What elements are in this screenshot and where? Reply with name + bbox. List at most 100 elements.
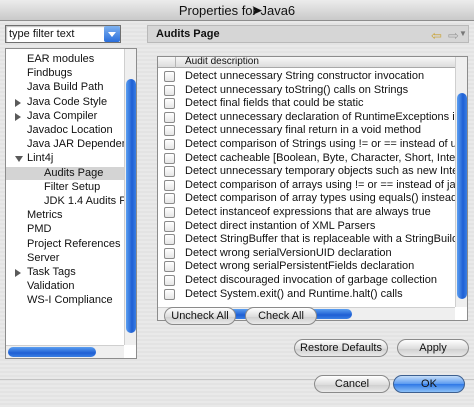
tree-item-label: Project References — [27, 237, 121, 250]
audit-row: Detect final fields that could be static — [158, 97, 455, 110]
tree-item-label: Validation — [27, 280, 75, 293]
audit-row: Detect System.exit() and Runtime.halt() … — [158, 288, 455, 301]
tree-item-label: Task Tags — [27, 266, 76, 278]
tree-item[interactable]: EAR modules — [6, 53, 124, 66]
tree-item-label: Metrics — [27, 209, 63, 222]
tree-item-label: Lint4j — [27, 152, 54, 165]
tree-item-label: WS-I Compliance — [27, 294, 113, 307]
audit-checkbox[interactable] — [164, 179, 175, 191]
nav-menu-chevron-icon[interactable]: ▼ — [459, 29, 467, 38]
page-title: Audits Page — [156, 28, 220, 40]
audit-row: Detect StringBuffer that is replaceable … — [158, 233, 455, 246]
tree-item[interactable]: Lint4j — [6, 152, 124, 165]
audit-checkbox[interactable] — [164, 275, 175, 286]
audit-row: Detect unnecessary toString() calls on S… — [158, 84, 455, 97]
audit-row: Detect cacheable [Boolean, Byte, Charact… — [158, 152, 455, 165]
audit-description: Detect comparison of arrays using != or … — [185, 178, 455, 191]
collapsed-triangle-icon[interactable] — [15, 98, 21, 107]
audit-description: Detect comparison of Strings using != or… — [185, 138, 455, 150]
tree-item[interactable]: Findbugs — [6, 67, 124, 80]
audits-table: Audit description Detect unnecessary Str… — [157, 56, 468, 321]
table-vertical-scroll-thumb[interactable] — [457, 93, 467, 299]
tree-item[interactable]: JDK 1.4 Audits Page — [6, 195, 136, 208]
audit-description: Detect System.exit() and Runtime.halt() … — [185, 287, 403, 300]
audit-checkbox[interactable] — [164, 152, 175, 164]
page-header: Audits Page ⇦ ⇨ ▼ — [147, 25, 469, 43]
audit-row: Detect instanceof expressions that are a… — [158, 206, 455, 219]
tree-item[interactable]: Metrics — [6, 209, 124, 222]
checkbox-column-header[interactable] — [158, 57, 176, 68]
audit-checkbox[interactable] — [164, 111, 175, 123]
tree-item[interactable]: Validation — [6, 280, 124, 293]
window-title: Properties for Java6 — [178, 3, 296, 18]
tree-item[interactable]: Server — [6, 252, 124, 265]
audit-checkbox[interactable] — [164, 220, 175, 232]
tree-item[interactable]: Java Code Style — [6, 96, 124, 109]
audit-checkbox[interactable] — [164, 207, 175, 218]
tree-item-label: Filter Setup — [44, 180, 101, 193]
collapsed-triangle-icon[interactable] — [15, 269, 21, 277]
cancel-button[interactable]: Cancel — [314, 375, 390, 393]
audit-description: Detect unnecessary declaration of Runtim… — [185, 110, 455, 123]
audit-description: Detect wrong serialVersionUID declaratio… — [185, 246, 392, 259]
audit-description: Detect unnecessary String constructor in… — [185, 70, 425, 82]
tree-item[interactable]: Javadoc Location — [6, 124, 124, 137]
tree-item[interactable]: WS-I Compliance — [6, 294, 124, 307]
tree-item[interactable]: Audits Page — [6, 166, 124, 180]
audit-checkbox[interactable] — [164, 139, 175, 150]
tree-horizontal-scroll-thumb[interactable] — [8, 347, 96, 357]
audit-row: Detect wrong serialVersionUID declaratio… — [158, 247, 455, 260]
tree-item[interactable]: PMD — [6, 223, 124, 236]
audit-row: Detect direct instantion of XML Parsers — [158, 220, 455, 233]
audit-checkbox[interactable] — [164, 125, 175, 137]
audit-checkbox[interactable] — [164, 166, 175, 178]
audit-description: Detect cacheable [Boolean, Byte, Charact… — [185, 151, 455, 164]
audit-description: Detect comparison of array types using e… — [185, 192, 455, 205]
apply-button[interactable]: Apply — [397, 339, 469, 357]
audit-row: Detect wrong serialPersistentFields decl… — [158, 260, 455, 273]
tree-item[interactable]: Task Tags — [6, 266, 124, 279]
tree-item-label: Java Code Style — [27, 95, 108, 108]
tree-vertical-scrollbar[interactable] — [124, 49, 136, 345]
audit-description-header[interactable]: Audit description — [185, 57, 259, 67]
audit-row: Detect unnecessary String constructor in… — [158, 70, 455, 83]
audit-checkbox[interactable] — [164, 247, 175, 259]
audit-checkbox[interactable] — [164, 71, 175, 82]
tree-horizontal-scrollbar[interactable] — [6, 345, 124, 358]
tree-item-label: Server — [27, 251, 60, 264]
uncheck-all-button[interactable]: Uncheck All — [164, 307, 236, 325]
collapsed-triangle-icon[interactable] — [15, 112, 21, 121]
tree-item[interactable]: Filter Setup — [6, 181, 124, 194]
audit-checkbox[interactable] — [164, 261, 175, 273]
tree-vertical-scroll-thumb[interactable] — [126, 79, 136, 333]
tree-item-label: Java JAR Dependencies — [27, 138, 137, 151]
audit-row: Detect unnecessary declaration of Runtim… — [158, 111, 455, 124]
audit-checkbox[interactable] — [164, 98, 175, 110]
table-header: Audit description — [158, 57, 455, 68]
preferences-tree: EAR modules Findbugs Java Build Path Java C… — [5, 48, 137, 359]
audit-description: Detect unnecessary final return in a voi… — [185, 124, 422, 137]
audit-description: Detect unnecessary toString() calls on S… — [185, 83, 409, 96]
audit-checkbox[interactable] — [164, 288, 175, 300]
check-all-button[interactable]: Check All — [245, 307, 317, 325]
audit-description: Detect StringBuffer that is replaceable … — [185, 233, 455, 246]
tree-item[interactable]: Project References — [6, 238, 124, 251]
tree-item[interactable]: Java Build Path — [6, 81, 124, 94]
ok-button[interactable]: OK — [393, 375, 465, 393]
expanded-triangle-icon[interactable] — [15, 156, 23, 163]
tree-item[interactable]: Java JAR Dependencies — [6, 138, 136, 151]
tree-item-label: Audits Page — [44, 166, 104, 179]
table-vertical-scrollbar[interactable] — [455, 57, 467, 307]
restore-defaults-button[interactable]: Restore Defaults — [294, 339, 388, 357]
tree-item-label: PMD — [27, 223, 52, 236]
tree-item[interactable]: Java Compiler — [6, 110, 124, 123]
audit-description: Detect wrong serialPersistentFields decl… — [185, 260, 415, 273]
audit-checkbox[interactable] — [164, 84, 175, 96]
tree-item-label: Java Build Path — [27, 81, 104, 94]
forward-arrow-icon[interactable]: ⇨ — [448, 28, 459, 44]
back-arrow-icon[interactable]: ⇦ — [431, 28, 442, 44]
audit-checkbox[interactable] — [164, 234, 175, 246]
audit-checkbox[interactable] — [164, 193, 175, 205]
filter-dropdown-icon[interactable] — [104, 26, 120, 42]
audit-row: Detect unnecessary final return in a voi… — [158, 124, 455, 137]
